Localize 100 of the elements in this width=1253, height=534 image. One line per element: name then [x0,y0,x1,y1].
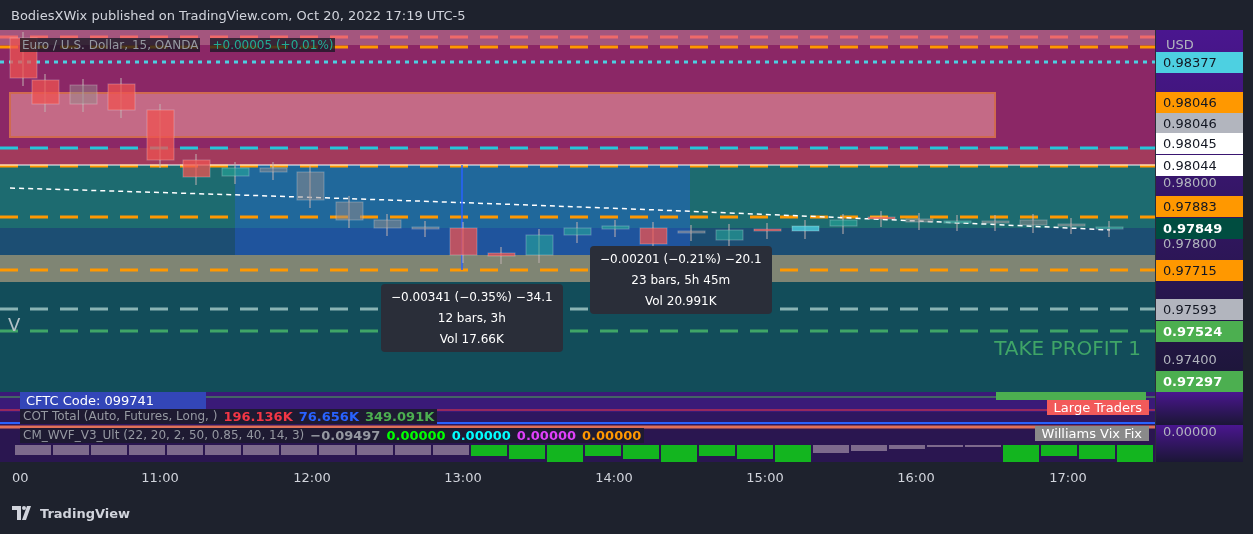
histogram-bar [129,445,165,455]
measure-text: Vol 17.66K [439,332,504,346]
indicator-value: 0.00000 [582,428,642,443]
indicator-value: 349.091K [365,409,435,424]
histogram-bar [509,445,545,459]
candle [182,153,211,186]
candle [715,223,744,249]
indicator-value: 0.00000 [451,428,511,443]
candle [791,219,820,240]
candle [296,165,325,209]
candle [373,213,402,237]
histogram-bar [91,445,127,455]
indicator-title: CM_WVF_V3_Ult (22, 20, 2, 50, 0.85, 40, 14, 3) [23,428,305,443]
candle [981,214,1010,232]
time-label: 17:00 [1049,470,1087,485]
histogram-bar [661,445,697,462]
measure-text: 12 bars, 3h [437,311,506,325]
candle [69,78,98,113]
candle [867,210,896,228]
histogram-bar [699,445,735,456]
candle [829,213,858,235]
price-tick: 0.00000 [1162,425,1218,441]
indicator-value: 76.656K [298,409,359,424]
candle [221,161,250,185]
candle [487,246,516,265]
candle [31,73,60,113]
price-tick: 0.98000 [1162,174,1218,192]
histogram-bar [775,445,811,462]
indicator-title: COT Total (Auto, Futures, Long, ) [23,409,218,424]
histogram-bar [585,445,621,456]
histogram-bar [395,445,431,455]
candle [601,219,630,238]
price-label: 0.97715 [1156,260,1243,281]
histogram-bar [357,445,393,455]
histogram-bar [737,445,773,459]
histogram-bar [471,445,507,456]
candle [563,221,592,244]
histogram-bar [319,445,355,455]
zone-label: TAKE PROFIT 1 [994,336,1141,360]
time-label: 13:00 [444,470,482,485]
price-label: 0.97593 [1156,299,1243,320]
time-label: 15:00 [746,470,784,485]
indicator-value: 196.136K [223,409,293,424]
histogram-bar [167,445,203,455]
price-label: 0.98046 [1156,113,1243,134]
price-label: 0.98044 [1156,155,1243,176]
brand-name: TradingView [40,505,131,521]
candle [677,224,706,242]
histogram-bar [1003,445,1039,462]
cftc-code-label: CFTC Code: 099741 [20,392,206,409]
currency-label: USD [1166,37,1194,52]
indicator-value: 0.00000 [386,428,446,443]
candle [146,103,175,169]
histogram-bar [243,445,279,455]
edge-label: V [8,314,21,335]
candle [107,77,136,119]
price-label: 0.98046 [1156,92,1243,113]
candle [1095,220,1124,238]
histogram-bar [623,445,659,459]
price-tick: 0.97400 [1162,351,1218,369]
price-change: +0.00005 (+0.01%) [210,38,336,52]
price-label: 0.97524 [1156,321,1243,342]
histogram-bar [53,445,89,455]
histogram-bar [889,445,925,449]
time-label: 16:00 [897,470,935,485]
histogram-bar [1117,445,1153,462]
series-label: Large Traders [1046,400,1149,415]
histogram-bar [433,445,469,455]
measure-text: Vol 20.991K [645,294,717,308]
candle [943,214,972,232]
candle [1019,213,1048,234]
measure-text: −0.00201 (−0.21%) −20.1 [600,252,762,266]
histogram-bar [205,445,241,455]
candle [259,161,288,181]
candle [335,195,364,229]
symbol-title: Euro / U.S. Dollar, 15, OANDA [20,38,201,52]
histogram-bar [15,445,51,455]
price-label: 0.97883 [1156,196,1243,217]
time-label: 12:00 [293,470,331,485]
time-label: 00 [12,470,29,485]
histogram-bar [1041,445,1077,456]
measure-text: −0.00341 (−0.35%) −34.1 [391,290,553,304]
candle [1057,217,1086,235]
time-label: 14:00 [595,470,633,485]
measure-text: 23 bars, 5h 45m [631,273,731,287]
histogram-bar [813,445,849,453]
price-label: 0.98045 [1156,133,1243,154]
histogram-bar [281,445,317,455]
series-label: Williams Vix Fix [1034,426,1149,441]
candle [411,220,440,238]
tradingview-logo-icon [12,506,34,520]
price-label: 0.97849 [1156,218,1243,239]
histogram-bar [547,445,583,462]
candle [449,221,478,264]
candle [905,212,934,231]
price-label: 0.97297 [1156,371,1243,392]
publish-info: BodiesXWix published on TradingView.com, Oct 20, 2022 17:19 UTC-5 [11,7,466,23]
indicator-value: 0.00000 [516,428,577,443]
histogram-bar [1079,445,1115,459]
indicator-value: −0.09497 [310,428,381,443]
